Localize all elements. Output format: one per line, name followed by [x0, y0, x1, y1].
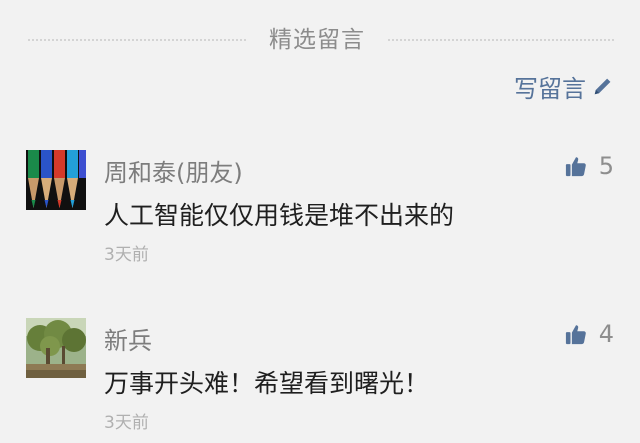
colored-pencils-avatar-icon	[26, 150, 86, 210]
divider-right	[388, 39, 614, 41]
comment-item: 新兵 万事开头难！希望看到曙光！ 3天前 4	[0, 318, 640, 438]
comment-author[interactable]: 新兵	[104, 321, 152, 356]
comment-author[interactable]: 周和泰(朋友)	[104, 153, 243, 188]
thumbs-up-icon	[565, 157, 586, 177]
like-button[interactable]: 4	[565, 320, 614, 348]
comment-text: 人工智能仅仅用钱是堆不出来的	[104, 201, 455, 230]
avatar[interactable]	[26, 150, 86, 210]
like-count: 5	[598, 152, 614, 180]
like-button[interactable]: 5	[565, 152, 614, 180]
selected-comments-header: 精选留言	[0, 20, 640, 60]
write-comment-label: 写留言	[514, 74, 586, 103]
avatar[interactable]	[26, 318, 86, 378]
comment-item: 周和泰(朋友) 人工智能仅仅用钱是堆不出来的 3天前 5	[0, 150, 640, 270]
pencil-icon	[594, 78, 611, 95]
like-count: 4	[598, 320, 614, 348]
comment-time: 3天前	[104, 245, 149, 265]
thumbs-up-icon	[565, 325, 586, 345]
section-title: 精选留言	[269, 27, 365, 53]
write-comment-button[interactable]: 写留言	[514, 66, 614, 106]
divider-left	[28, 39, 246, 41]
tree-landscape-avatar-icon	[26, 318, 86, 378]
comment-time: 3天前	[104, 413, 149, 433]
comment-text: 万事开头难！希望看到曙光！	[104, 369, 430, 398]
